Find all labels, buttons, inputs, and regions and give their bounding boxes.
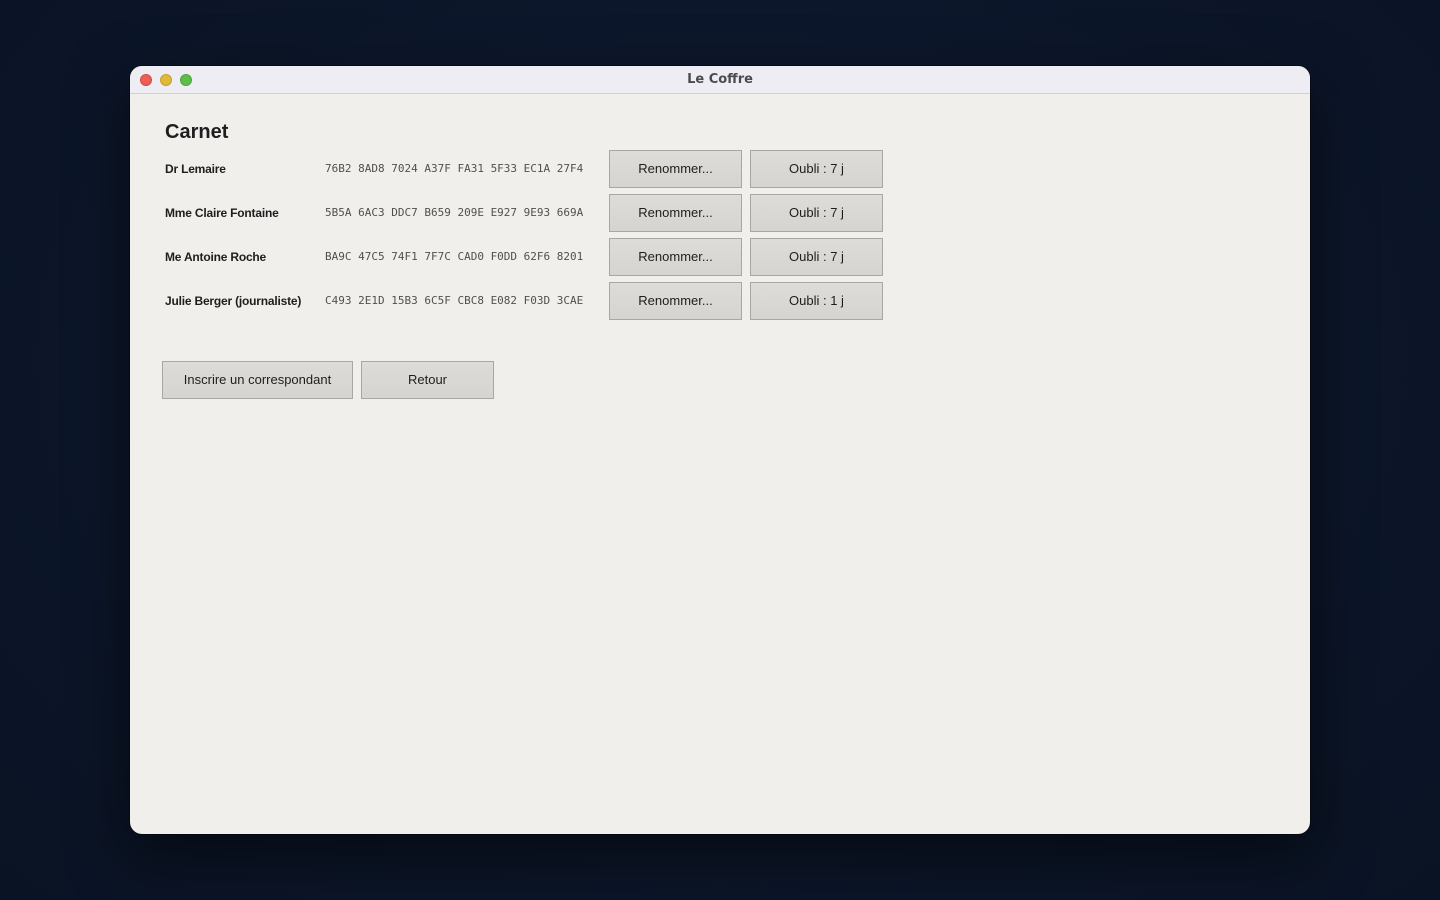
contact-name: Mme Claire Fontaine bbox=[165, 206, 279, 220]
contact-fingerprint: 76B2 8AD8 7024 A37F FA31 5F33 EC1A 27F4 bbox=[325, 162, 584, 175]
app-window: Le Coffre Carnet Dr Lemaire 76B2 8AD8 70… bbox=[130, 66, 1310, 834]
forget-delay-button[interactable]: Oubli : 7 j bbox=[750, 194, 883, 232]
title-bar[interactable]: Le Coffre bbox=[130, 66, 1310, 94]
contact-name: Julie Berger (journaliste) bbox=[165, 294, 302, 308]
contact-fingerprint: C493 2E1D 15B3 6C5F CBC8 E082 F03D 3CAE bbox=[325, 294, 584, 307]
rename-button[interactable]: Renommer... bbox=[609, 150, 742, 188]
forget-delay-button[interactable]: Oubli : 1 j bbox=[750, 282, 883, 320]
contact-row: Mme Claire Fontaine 5B5A 6AC3 DDC7 B659 … bbox=[130, 194, 1310, 232]
contact-name: Dr Lemaire bbox=[165, 162, 226, 176]
forget-delay-button[interactable]: Oubli : 7 j bbox=[750, 150, 883, 188]
contact-row: Me Antoine Roche BA9C 47C5 74F1 7F7C CAD… bbox=[130, 238, 1310, 276]
rename-button[interactable]: Renommer... bbox=[609, 238, 742, 276]
rename-button[interactable]: Renommer... bbox=[609, 194, 742, 232]
contact-fingerprint: BA9C 47C5 74F1 7F7C CAD0 F0DD 62F6 8201 bbox=[325, 250, 584, 263]
register-contact-button[interactable]: Inscrire un correspondant bbox=[162, 361, 353, 399]
window-title: Le Coffre bbox=[687, 72, 753, 87]
main-content: Carnet Dr Lemaire 76B2 8AD8 7024 A37F FA… bbox=[130, 94, 1310, 834]
page-title: Carnet bbox=[165, 121, 229, 143]
contact-row: Julie Berger (journaliste) C493 2E1D 15B… bbox=[130, 282, 1310, 320]
forget-delay-button[interactable]: Oubli : 7 j bbox=[750, 238, 883, 276]
back-button[interactable]: Retour bbox=[361, 361, 494, 399]
contact-row: Dr Lemaire 76B2 8AD8 7024 A37F FA31 5F33… bbox=[130, 150, 1310, 188]
contact-name: Me Antoine Roche bbox=[165, 250, 267, 264]
contact-fingerprint: 5B5A 6AC3 DDC7 B659 209E E927 9E93 669A bbox=[325, 206, 584, 219]
rename-button[interactable]: Renommer... bbox=[609, 282, 742, 320]
